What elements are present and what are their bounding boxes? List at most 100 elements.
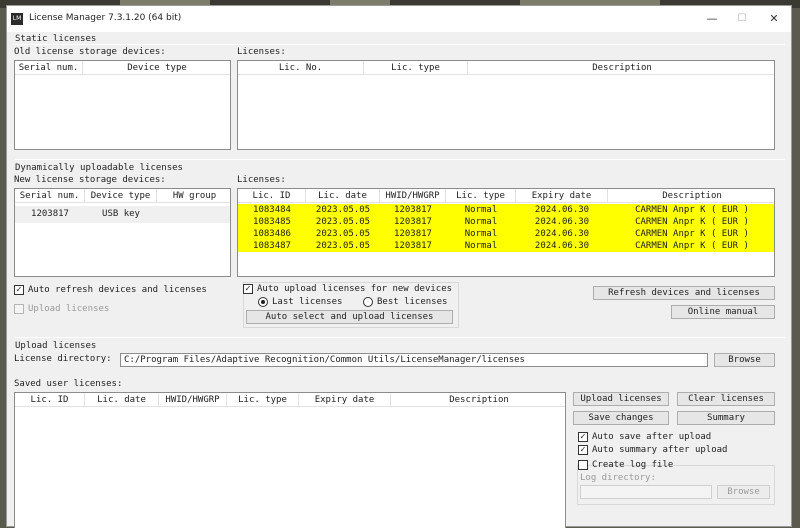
license-expiry-cell: 2024.06.30 [534, 217, 590, 227]
static-divider [15, 44, 785, 45]
title-bar[interactable]: LM License Manager 7.3.1.20 (64 bit) — ☐… [7, 6, 791, 32]
column-header-lic-id[interactable]: Lic. ID [15, 393, 85, 407]
upload-licenses-button[interactable]: Upload licenses [573, 392, 669, 406]
save-changes-button[interactable]: Save changes [573, 411, 669, 425]
license-description-cell: CARMEN Anpr K ( EUR ) [635, 205, 749, 215]
column-header-expiry[interactable]: Expiry date [299, 393, 391, 407]
log-directory-label: Log directory: [580, 473, 656, 483]
close-button[interactable]: ✕ [759, 9, 789, 29]
column-header-description[interactable]: Description [608, 189, 774, 203]
auto-select-upload-button[interactable]: Auto select and upload licenses [246, 310, 453, 324]
old-devices-label: Old license storage devices: [14, 47, 166, 57]
column-header-lic-type[interactable]: Lic. type [446, 189, 516, 203]
old-devices-list[interactable]: Serial num. Device type [14, 60, 231, 150]
window-title: License Manager 7.3.1.20 (64 bit) [29, 13, 182, 23]
column-header-lic-type[interactable]: Lic. type [227, 393, 299, 407]
column-header-lic-id[interactable]: Lic. ID [238, 189, 306, 203]
auto-save-label: Auto save after upload [592, 432, 712, 442]
auto-upload-checkbox[interactable]: ✓ [243, 284, 253, 294]
device-serial-cell: 1203817 [31, 209, 69, 219]
dynamic-licenses-header: Lic. ID Lic. date HWID/HWGRP Lic. type E… [238, 189, 774, 203]
license-row[interactable]: 1083484 2023.05.05 1203817 Normal 2024.0… [238, 204, 774, 216]
license-id-cell: 1083487 [253, 241, 291, 251]
column-header-serial[interactable]: Serial num. [15, 189, 85, 203]
saved-licenses-label: Saved user licenses: [14, 379, 123, 389]
column-header-device-type[interactable]: Device type [85, 189, 157, 203]
old-devices-header: Serial num. Device type [15, 61, 230, 75]
license-date-cell: 2023.05.05 [315, 205, 371, 215]
license-description-cell: CARMEN Anpr K ( EUR ) [635, 241, 749, 251]
static-licenses-header: Lic. No. Lic. type Description [238, 61, 774, 75]
auto-refresh-checkbox[interactable]: ✓ [14, 285, 24, 295]
auto-summary-label: Auto summary after upload [592, 445, 728, 455]
upload-licenses-label: Upload licenses [28, 304, 110, 314]
license-date-cell: 2023.05.05 [315, 241, 371, 251]
license-expiry-cell: 2024.06.30 [534, 241, 590, 251]
license-type-cell: Normal [464, 205, 498, 215]
license-hwid-cell: 1203817 [394, 217, 432, 227]
create-log-checkbox[interactable] [578, 460, 588, 470]
create-log-label: Create log file [592, 460, 674, 470]
license-row[interactable]: 1083486 2023.05.05 1203817 Normal 2024.0… [238, 228, 774, 240]
license-expiry-cell: 2024.06.30 [534, 229, 590, 239]
license-directory-label: License directory: [14, 354, 112, 364]
column-header-lic-date[interactable]: Lic. date [306, 189, 380, 203]
dynamic-divider [15, 159, 785, 160]
saved-licenses-header: Lic. ID Lic. date HWID/HWGRP Lic. type E… [15, 393, 565, 407]
upload-divider [15, 337, 785, 338]
column-header-lic-no[interactable]: Lic. No. [238, 61, 364, 75]
license-hwid-cell: 1203817 [394, 229, 432, 239]
auto-save-checkbox[interactable]: ✓ [578, 432, 588, 442]
last-licenses-radio[interactable] [258, 297, 268, 307]
column-header-hwid[interactable]: HWID/HWGRP [159, 393, 227, 407]
column-header-lic-type[interactable]: Lic. type [364, 61, 468, 75]
dynamic-licenses-label: Licenses: [237, 175, 286, 185]
app-icon: LM [11, 13, 23, 25]
column-header-description[interactable]: Description [468, 61, 774, 75]
column-header-serial[interactable]: Serial num. [15, 61, 83, 75]
new-devices-list[interactable]: Serial num. Device type HW group 1203817… [14, 188, 231, 277]
best-licenses-label: Best licenses [377, 297, 448, 307]
license-description-cell: CARMEN Anpr K ( EUR ) [635, 229, 749, 239]
auto-summary-checkbox[interactable]: ✓ [578, 445, 588, 455]
auto-refresh-label: Auto refresh devices and licenses [28, 285, 207, 295]
license-id-cell: 1083486 [253, 229, 291, 239]
online-manual-button[interactable]: Online manual [671, 305, 775, 319]
device-type-cell: USB key [102, 209, 140, 219]
column-header-lic-date[interactable]: Lic. date [85, 393, 159, 407]
new-devices-header: Serial num. Device type HW group [15, 189, 230, 203]
refresh-devices-button[interactable]: Refresh devices and licenses [593, 286, 775, 300]
best-licenses-radio[interactable] [363, 297, 373, 307]
summary-button[interactable]: Summary [677, 411, 775, 425]
column-header-device-type[interactable]: Device type [83, 61, 230, 75]
static-licenses-list[interactable]: Lic. No. Lic. type Description [237, 60, 775, 150]
license-id-cell: 1083485 [253, 217, 291, 227]
device-hw-group-cell [157, 206, 230, 223]
static-licenses-label: Licenses: [237, 47, 286, 57]
license-row[interactable]: 1083485 2023.05.05 1203817 Normal 2024.0… [238, 216, 774, 228]
device-row[interactable]: 1203817 USB key [15, 206, 230, 223]
minimize-button[interactable]: — [697, 9, 727, 29]
dynamic-licenses-list[interactable]: Lic. ID Lic. date HWID/HWGRP Lic. type E… [237, 188, 775, 277]
license-type-cell: Normal [464, 229, 498, 239]
column-header-expiry[interactable]: Expiry date [516, 189, 608, 203]
browse-directory-button[interactable]: Browse [714, 353, 775, 367]
license-hwid-cell: 1203817 [394, 241, 432, 251]
clear-licenses-button[interactable]: Clear licenses [677, 392, 775, 406]
license-date-cell: 2023.05.05 [315, 217, 371, 227]
log-directory-input[interactable] [580, 485, 712, 499]
upload-licenses-checkbox[interactable] [14, 304, 24, 314]
static-licenses-title: Static licenses [15, 34, 97, 44]
column-header-description[interactable]: Description [391, 393, 565, 407]
dynamic-licenses-title: Dynamically uploadable licenses [15, 163, 183, 173]
radio-selected-dot [261, 300, 265, 304]
column-header-hwid[interactable]: HWID/HWGRP [380, 189, 446, 203]
maximize-button[interactable]: ☐ [727, 9, 757, 29]
license-id-cell: 1083484 [253, 205, 291, 215]
license-row[interactable]: 1083487 2023.05.05 1203817 Normal 2024.0… [238, 240, 774, 252]
log-browse-button[interactable]: Browse [717, 485, 770, 499]
auto-upload-label: Auto upload licenses for new devices [257, 284, 453, 294]
column-header-hw-group[interactable]: HW group [157, 189, 230, 203]
license-directory-input[interactable]: C:/Program Files/Adaptive Recognition/Co… [120, 353, 708, 367]
saved-licenses-list[interactable]: Lic. ID Lic. date HWID/HWGRP Lic. type E… [14, 392, 566, 528]
